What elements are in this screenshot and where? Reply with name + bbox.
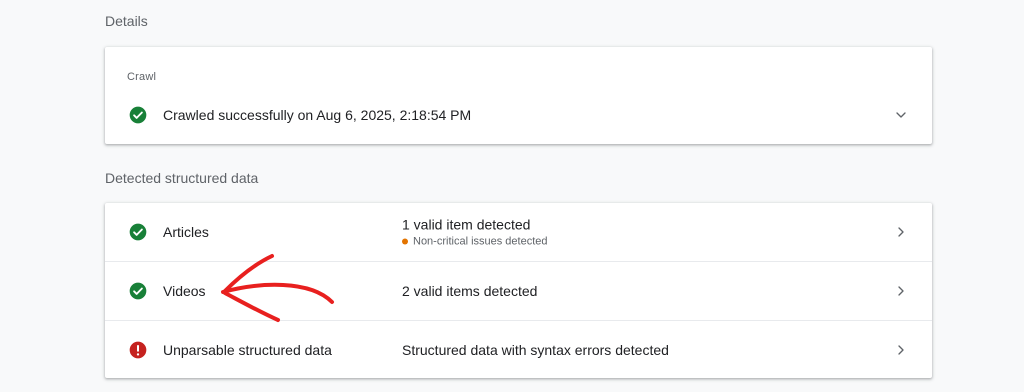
- chevron-right-icon[interactable]: [893, 224, 909, 240]
- row-status: 1 valid item detected Non-critical issue…: [402, 217, 548, 248]
- row-status-text: 1 valid item detected: [402, 216, 531, 233]
- check-circle-icon: [129, 282, 147, 300]
- chevron-right-icon[interactable]: [893, 342, 909, 358]
- chevron-right-icon[interactable]: [893, 283, 909, 299]
- structured-data-row-unparsable[interactable]: Unparsable structured data Structured da…: [105, 320, 932, 379]
- crawl-card: Crawl Crawled successfully on Aug 6, 202…: [105, 47, 932, 144]
- warning-note-text: Non-critical issues detected: [413, 235, 548, 248]
- row-status-text: 2 valid items detected: [402, 283, 538, 299]
- warning-dot-icon: [402, 238, 408, 245]
- row-label: Articles: [163, 224, 209, 240]
- row-label: Unparsable structured data: [163, 342, 332, 358]
- structured-data-row-videos[interactable]: Videos 2 valid items detected: [105, 261, 932, 320]
- warning-note: Non-critical issues detected: [402, 236, 548, 248]
- check-circle-icon: [129, 106, 147, 124]
- structured-data-card: Articles 1 valid item detected Non-criti…: [105, 203, 932, 378]
- row-label: Videos: [163, 283, 206, 299]
- chevron-down-icon[interactable]: [893, 107, 909, 123]
- structured-data-row-articles[interactable]: Articles 1 valid item detected Non-criti…: [105, 203, 932, 261]
- error-circle-icon: [129, 341, 147, 359]
- structured-data-heading: Detected structured data: [105, 170, 259, 186]
- crawl-status-row[interactable]: Crawled successfully on Aug 6, 2025, 2:1…: [105, 86, 932, 144]
- details-heading: Details: [105, 13, 148, 29]
- check-circle-icon: [129, 223, 147, 241]
- crawl-status-text: Crawled successfully on Aug 6, 2025, 2:1…: [163, 107, 472, 123]
- row-status-text: Structured data with syntax errors detec…: [402, 342, 669, 358]
- crawl-label: Crawl: [127, 71, 157, 83]
